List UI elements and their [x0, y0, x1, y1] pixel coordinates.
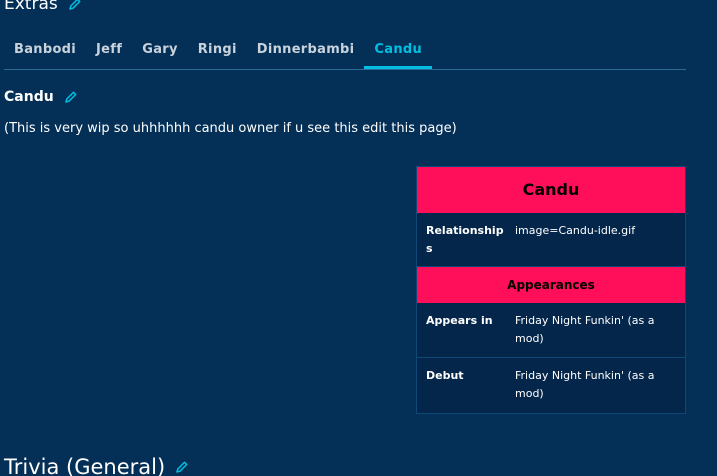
infobox-value: image=Candu-idle.gif: [515, 224, 636, 237]
infobox-row-relationships: Relationships image=Candu-idle.gif: [417, 213, 685, 267]
tab-gary[interactable]: Gary: [132, 30, 188, 69]
trivia-heading: Trivia (General): [4, 455, 189, 476]
trivia-title: Trivia (General): [4, 455, 166, 476]
infobox-row-debut: Debut Friday Night Funkin' (as a mod): [417, 358, 685, 413]
candu-intro-text: (This is very wip so uhhhhhh candu owner…: [4, 121, 457, 136]
infobox-appearances-header: Appearances: [417, 267, 685, 303]
pencil-icon[interactable]: [68, 0, 82, 11]
infobox-value: Friday Night Funkin' (as a mod): [515, 369, 655, 400]
candu-heading: Candu: [4, 89, 78, 105]
infobox-label: Appears in: [426, 314, 493, 327]
extras-title: Extras: [4, 0, 58, 14]
tab-banbodi[interactable]: Banbodi: [4, 30, 86, 69]
infobox-title: Candu: [417, 167, 685, 213]
tab-ringi[interactable]: Ringi: [188, 30, 247, 69]
tab-jeff[interactable]: Jeff: [86, 30, 132, 69]
pencil-icon[interactable]: [64, 90, 78, 104]
character-tabs: Banbodi Jeff Gary Ringi Dinnerbambi Cand…: [4, 30, 686, 70]
tab-dinnerbambi[interactable]: Dinnerbambi: [247, 30, 365, 69]
character-infobox: Candu Relationships image=Candu-idle.gif…: [416, 166, 686, 414]
infobox-label: Debut: [426, 369, 464, 382]
candu-title: Candu: [4, 89, 54, 105]
page: Extras Banbodi Jeff Gary Ringi Dinnerbam…: [0, 0, 717, 476]
extras-heading: Extras: [4, 0, 82, 14]
infobox-value: Friday Night Funkin' (as a mod): [515, 314, 655, 345]
tab-candu[interactable]: Candu: [364, 30, 433, 69]
infobox-label: Relationships: [426, 224, 504, 255]
pencil-icon[interactable]: [175, 460, 189, 474]
infobox-row-appears-in: Appears in Friday Night Funkin' (as a mo…: [417, 303, 685, 358]
